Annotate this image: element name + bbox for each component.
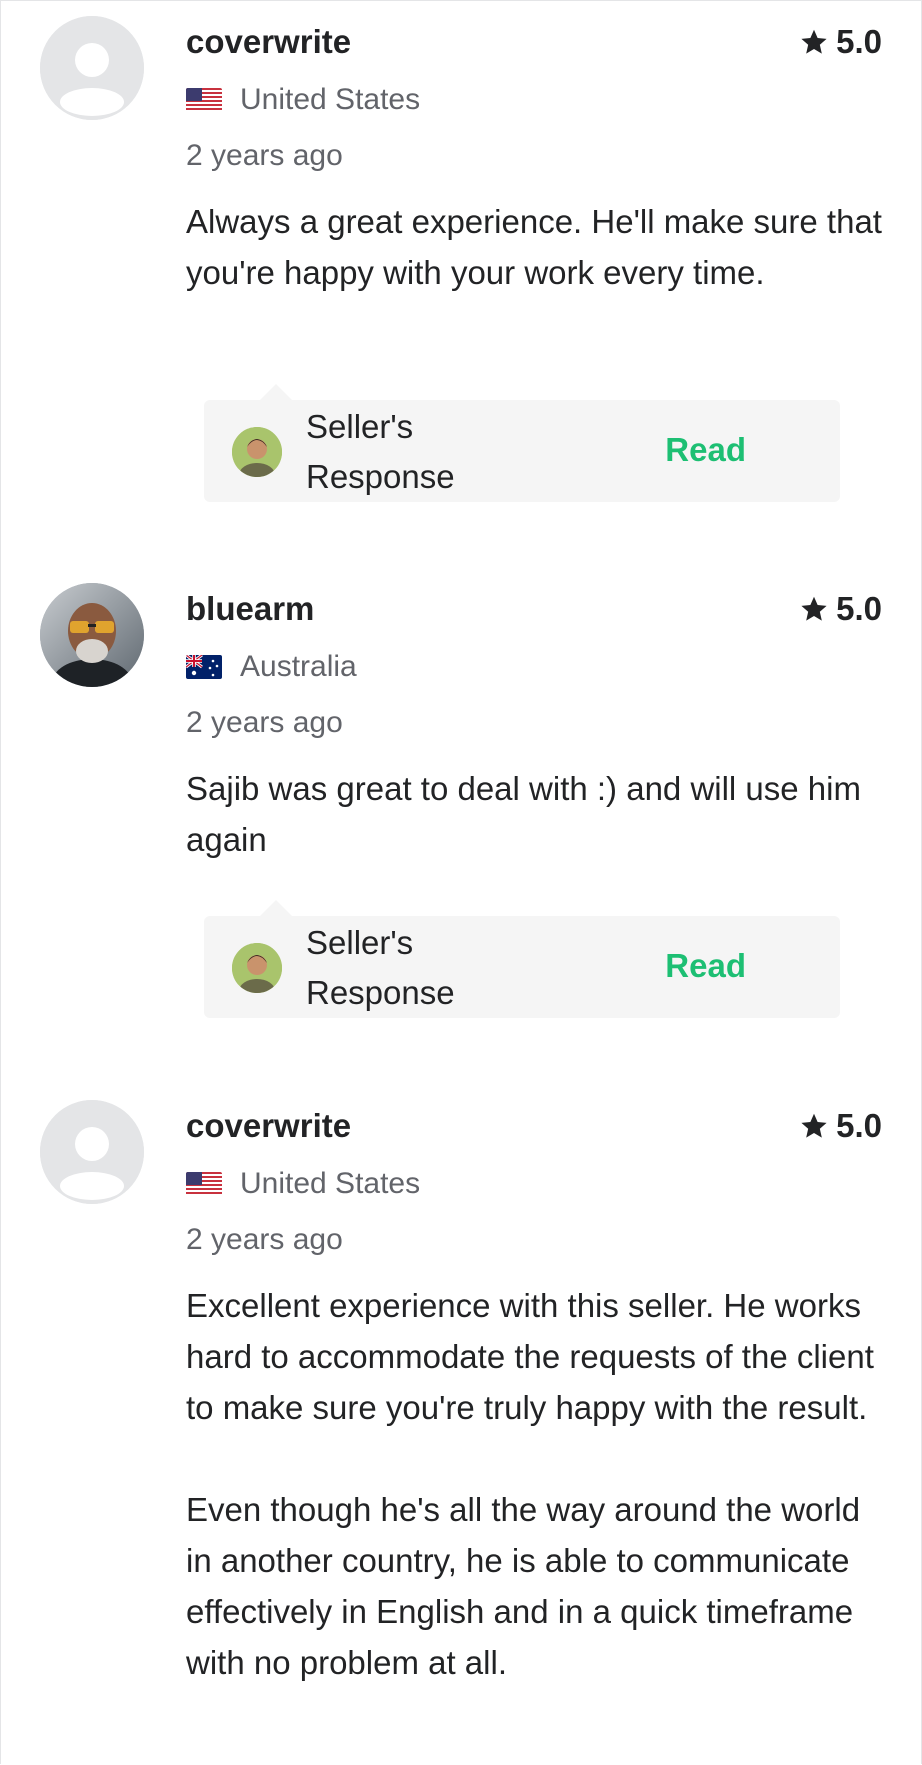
read-response-link[interactable]: Read: [665, 428, 746, 472]
review-paragraph: Even though he's all the way around the …: [186, 1491, 861, 1681]
country-name: United States: [240, 1167, 421, 1200]
review-paragraph: Always a great experience. He'll make su…: [186, 203, 882, 291]
reviewer-username[interactable]: coverwrite: [186, 1106, 351, 1146]
au-flag-icon: [186, 655, 222, 679]
user-placeholder-icon: [40, 16, 144, 120]
seller-response-label: Seller's Response: [306, 918, 506, 1018]
review-rating: 5.0: [800, 589, 882, 629]
us-flag-icon: [186, 88, 222, 112]
seller-response[interactable]: Seller's Response Read: [204, 384, 840, 502]
review-time: 2 years ago: [186, 1223, 343, 1256]
review-rating: 5.0: [800, 22, 882, 62]
review-rating: 5.0: [800, 1106, 882, 1146]
star-icon: [800, 595, 828, 623]
rating-value: 5.0: [836, 1107, 882, 1144]
country-name: Australia: [240, 650, 357, 683]
rating-value: 5.0: [836, 23, 882, 60]
response-label-line2: Response: [306, 974, 455, 1011]
response-label-line2: Response: [306, 458, 455, 495]
review-body: Always a great experience. He'll make su…: [186, 196, 886, 298]
reviewer-avatar-photo[interactable]: [40, 583, 144, 687]
review-time: 2 years ago: [186, 706, 343, 739]
seller-avatar: [232, 427, 282, 477]
review-body: Excellent experience with this seller. H…: [186, 1280, 886, 1688]
seller-response-label: Seller's Response: [306, 402, 506, 502]
read-response-link[interactable]: Read: [665, 944, 746, 988]
reviewer-username[interactable]: coverwrite: [186, 22, 351, 62]
response-label-line1: Seller's: [306, 408, 414, 445]
user-placeholder-icon: [40, 1100, 144, 1204]
star-icon: [800, 1112, 828, 1140]
us-flag-icon: [186, 1172, 222, 1196]
review-body: Sajib was great to deal with :) and will…: [186, 763, 886, 865]
review-time: 2 years ago: [186, 139, 343, 172]
seller-avatar: [232, 943, 282, 993]
response-label-line1: Seller's: [306, 924, 414, 961]
country-name: United States: [240, 83, 421, 116]
reviewer-country: Australia: [186, 647, 357, 687]
reviewer-country: United States: [186, 1164, 420, 1204]
review-paragraph: Excellent experience with this seller. H…: [186, 1287, 874, 1426]
reviewer-avatar-default[interactable]: [40, 16, 144, 120]
seller-response[interactable]: Seller's Response Read: [204, 900, 840, 1018]
reviewer-username[interactable]: bluearm: [186, 589, 314, 629]
reviewer-country: United States: [186, 80, 420, 120]
rating-value: 5.0: [836, 590, 882, 627]
star-icon: [800, 28, 828, 56]
reviewer-avatar-default[interactable]: [40, 1100, 144, 1204]
review-paragraph: Sajib was great to deal with :) and will…: [186, 770, 861, 858]
